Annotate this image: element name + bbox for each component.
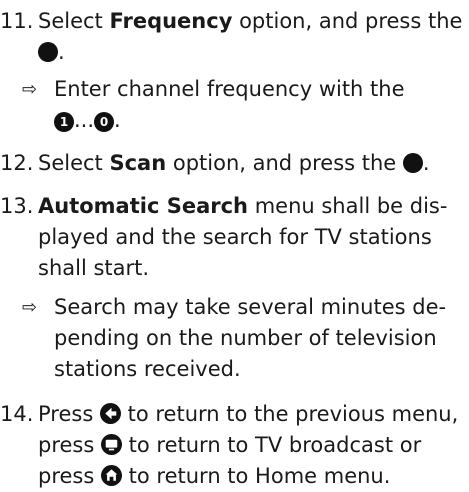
home-icon [100,465,122,486]
number-key-1-icon: 1 [54,112,74,132]
tv-broadcast-icon [100,434,122,455]
step-12: 12. Select Scan option, and press the . [0,148,469,179]
result-arrow-icon: ⇨ [22,79,38,100]
step-number: 12. [0,151,34,175]
step-13: 13. Automatic Search menu shall be dis- p… [0,191,469,284]
number-key-0-icon: 0 [94,112,115,132]
step-11: 11. Select Frequency option, and press th… [0,6,469,68]
step-14: 14. Press to return to the previous menu,… [0,399,469,492]
result-arrow-icon: ⇨ [22,297,38,318]
step-number: 11. [0,9,34,33]
step-number: 13. [0,194,34,218]
ok-button-icon [402,153,423,173]
back-arrow-icon [99,403,121,424]
ok-button-icon [38,42,58,62]
instruction-document: 11. Select Frequency option, and press th… [0,0,469,488]
result-bullet: ⇨ Search may take several minutes de- pen… [0,292,469,385]
result-bullet: ⇨ Enter channel frequency with the 1... 0. [0,74,469,136]
option-name: Scan [109,151,167,175]
menu-name: Automatic Search [38,194,249,218]
option-name: Frequency [109,9,233,33]
step-text: Select Frequency option, and press the [38,9,463,33]
step-number: 14. [0,402,34,426]
